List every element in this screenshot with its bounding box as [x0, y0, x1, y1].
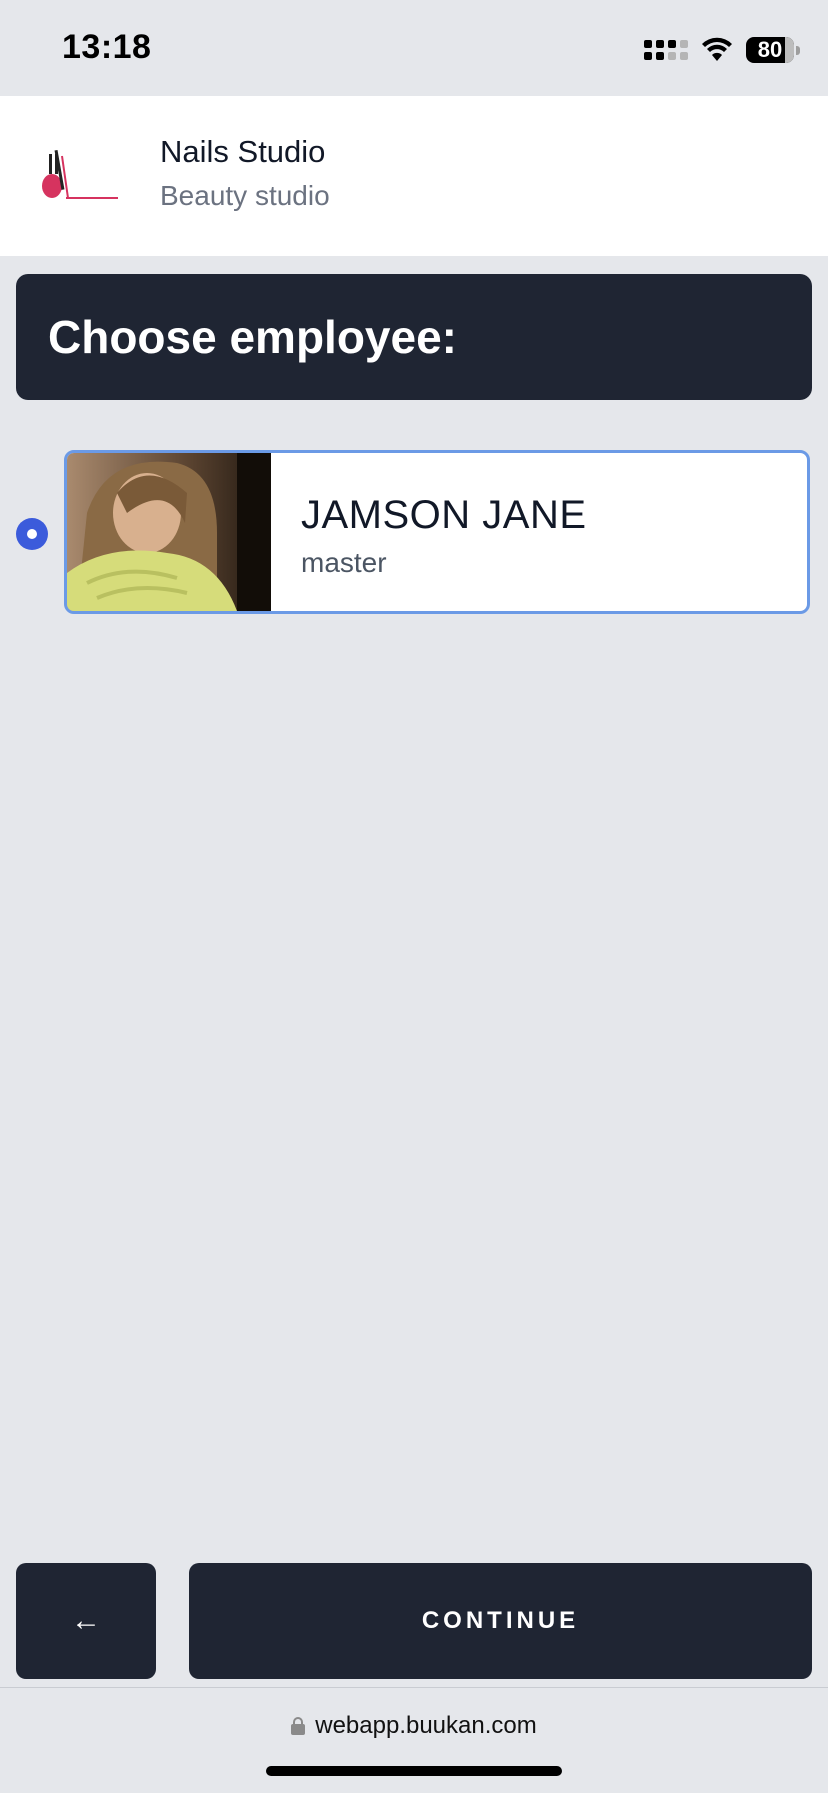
status-icons: 80 [644, 32, 800, 68]
back-button[interactable]: ← [16, 1563, 156, 1679]
continue-button[interactable]: CONTINUE [189, 1563, 812, 1679]
battery-icon: 80 [746, 37, 800, 63]
battery-level: 80 [757, 37, 783, 62]
status-time: 13:18 [62, 28, 152, 66]
url-display[interactable]: webapp.buukan.com [0, 1712, 828, 1740]
signal-icon [644, 40, 688, 60]
back-arrow-icon: ← [71, 1604, 101, 1637]
lock-icon [291, 1717, 306, 1735]
employee-radio[interactable] [16, 518, 48, 550]
title-card: Choose employee: [16, 274, 812, 400]
employee-card[interactable]: JAMSON JANE master [64, 450, 810, 614]
browser-address-bar[interactable]: webapp.buukan.com [0, 1687, 828, 1793]
studio-type: Beauty studio [160, 180, 330, 211]
page-title: Choose employee: [48, 311, 457, 363]
wifi-icon [700, 37, 734, 63]
status-bar: 13:18 80 [0, 0, 828, 96]
url-text: webapp.buukan.com [315, 1712, 537, 1739]
studio-logo [40, 146, 120, 206]
studio-name: Nails Studio [160, 134, 326, 169]
studio-header: Nails Studio Beauty studio [0, 96, 828, 256]
radio-dot [27, 529, 37, 539]
employee-name: JAMSON JANE [301, 493, 587, 537]
employee-role: master [301, 547, 387, 578]
employee-photo [67, 453, 271, 611]
home-indicator[interactable] [266, 1766, 562, 1776]
